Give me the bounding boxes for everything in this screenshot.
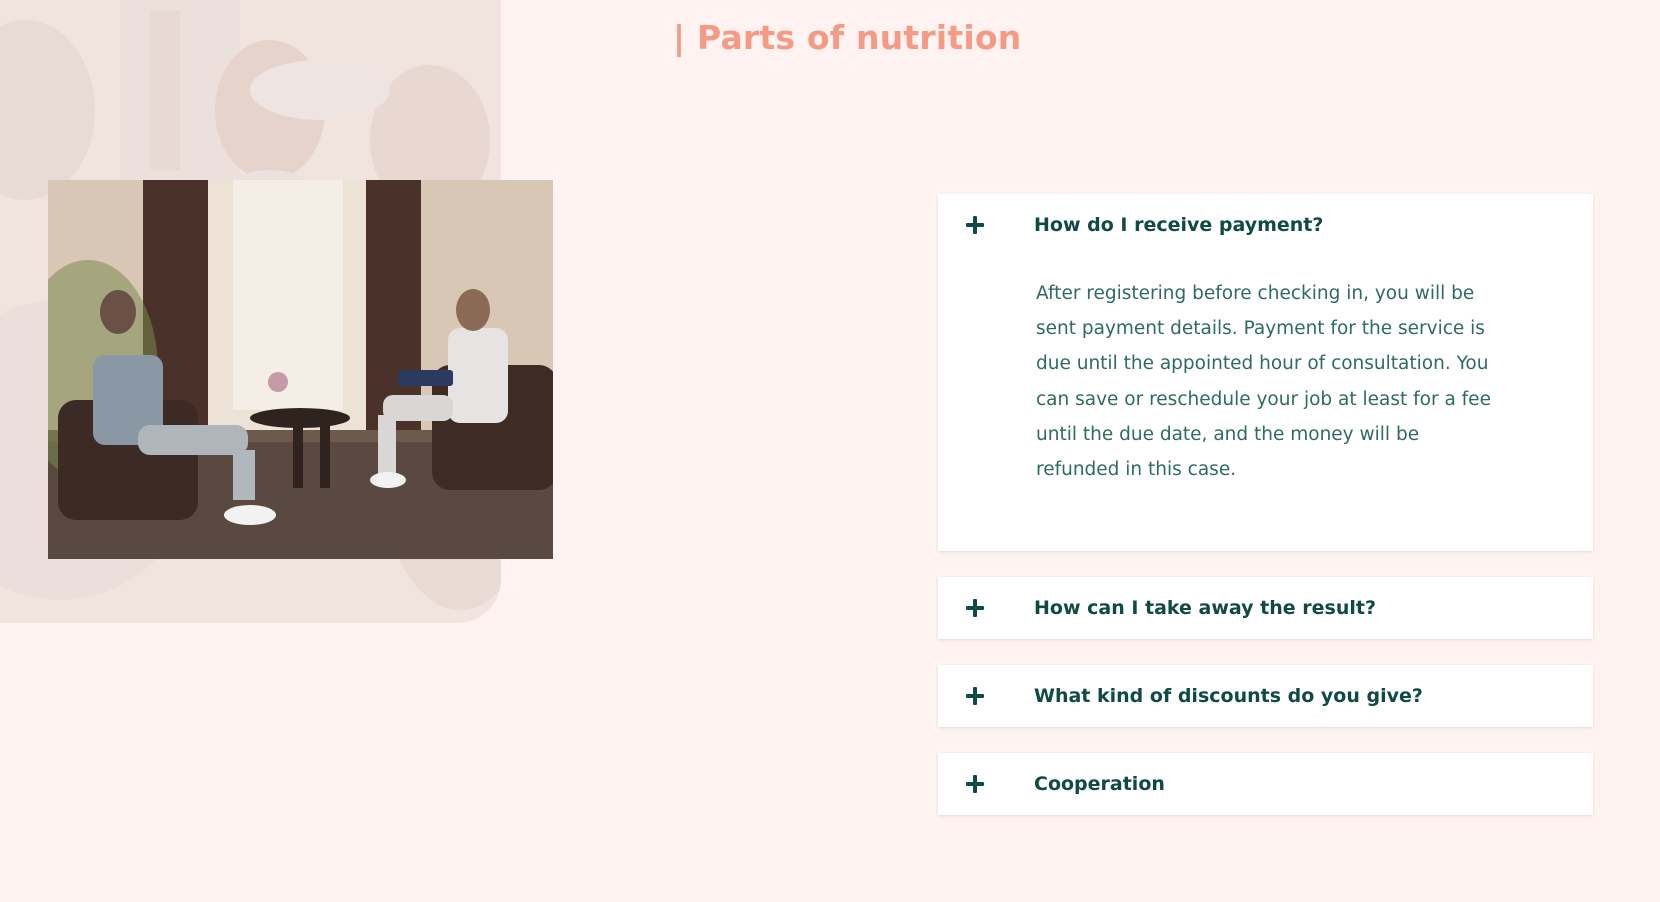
- plus-icon[interactable]: [962, 212, 988, 238]
- section-title: | Parts of nutrition: [673, 18, 1022, 57]
- plus-icon[interactable]: [962, 595, 988, 621]
- consultation-image: [48, 180, 553, 559]
- faq-question: How do I receive payment?: [1034, 214, 1324, 236]
- faq-list: How do I receive payment? After register…: [938, 194, 1593, 841]
- consultation-photo: [48, 180, 553, 559]
- faq-question: Cooperation: [1034, 773, 1165, 796]
- faq-item-cooperation: Cooperation: [938, 753, 1593, 816]
- faq-toggle-payment[interactable]: How do I receive payment?: [938, 194, 1593, 256]
- faq-item-result: How can I take away the result?: [938, 577, 1593, 640]
- faq-answer: After registering before checking in, yo…: [1036, 283, 1491, 481]
- plus-icon[interactable]: [962, 771, 988, 797]
- faq-toggle-cooperation[interactable]: Cooperation: [938, 753, 1593, 815]
- faq-item-discounts: What kind of discounts do you give?: [938, 665, 1593, 728]
- faq-item-payment: How do I receive payment? After register…: [938, 194, 1593, 552]
- faq-question: How can I take away the result?: [1034, 597, 1376, 620]
- faq-toggle-result[interactable]: How can I take away the result?: [938, 577, 1593, 639]
- faq-question: What kind of discounts do you give?: [1034, 685, 1423, 708]
- faq-toggle-discounts[interactable]: What kind of discounts do you give?: [938, 665, 1593, 727]
- plus-icon[interactable]: [962, 683, 988, 709]
